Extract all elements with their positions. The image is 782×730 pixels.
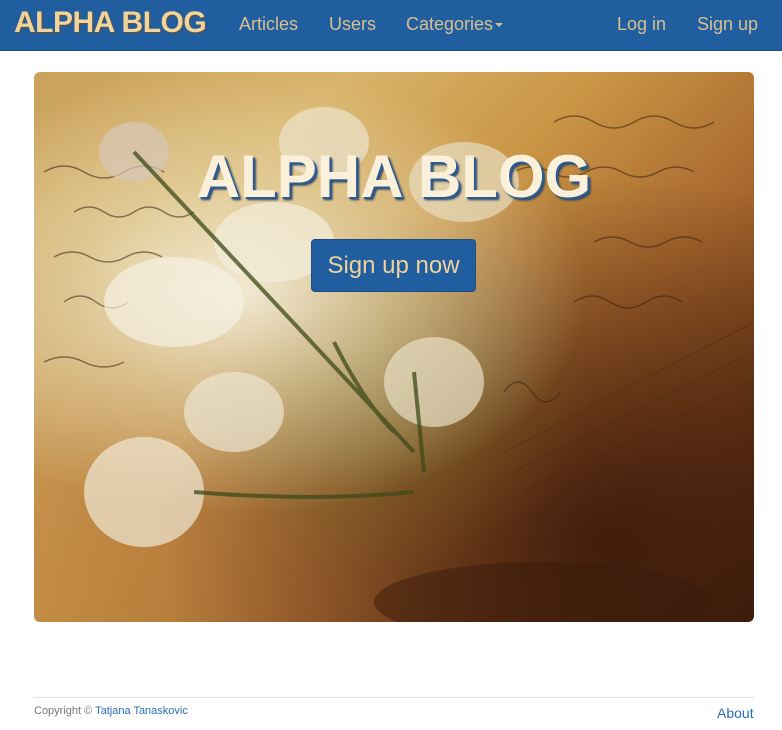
- copyright-prefix: Copyright ©: [34, 705, 93, 717]
- hero-title: ALPHA BLOG: [196, 143, 592, 210]
- nav-users[interactable]: Users: [329, 14, 376, 35]
- navbar: ALPHA BLOG Articles Users Categories Log…: [0, 0, 782, 51]
- caret-down-icon: [495, 23, 504, 28]
- signup-now-button[interactable]: Sign up now: [311, 239, 476, 292]
- author-link[interactable]: Tatjana Tanaskovic: [95, 705, 188, 717]
- nav-categories-label: Categories: [406, 14, 494, 34]
- brand-logo[interactable]: ALPHA BLOG: [14, 6, 207, 40]
- nav-categories-dropdown[interactable]: Categories: [406, 14, 504, 35]
- nav-signup[interactable]: Sign up: [697, 14, 758, 35]
- hero-jumbotron: ALPHA BLOG Sign up now: [34, 72, 754, 622]
- footer-divider: [34, 697, 754, 698]
- nav-articles[interactable]: Articles: [239, 14, 298, 35]
- about-link[interactable]: About: [717, 705, 754, 721]
- nav-login[interactable]: Log in: [617, 14, 666, 35]
- copyright-text: Copyright © Tatjana Tanaskovic: [34, 705, 188, 717]
